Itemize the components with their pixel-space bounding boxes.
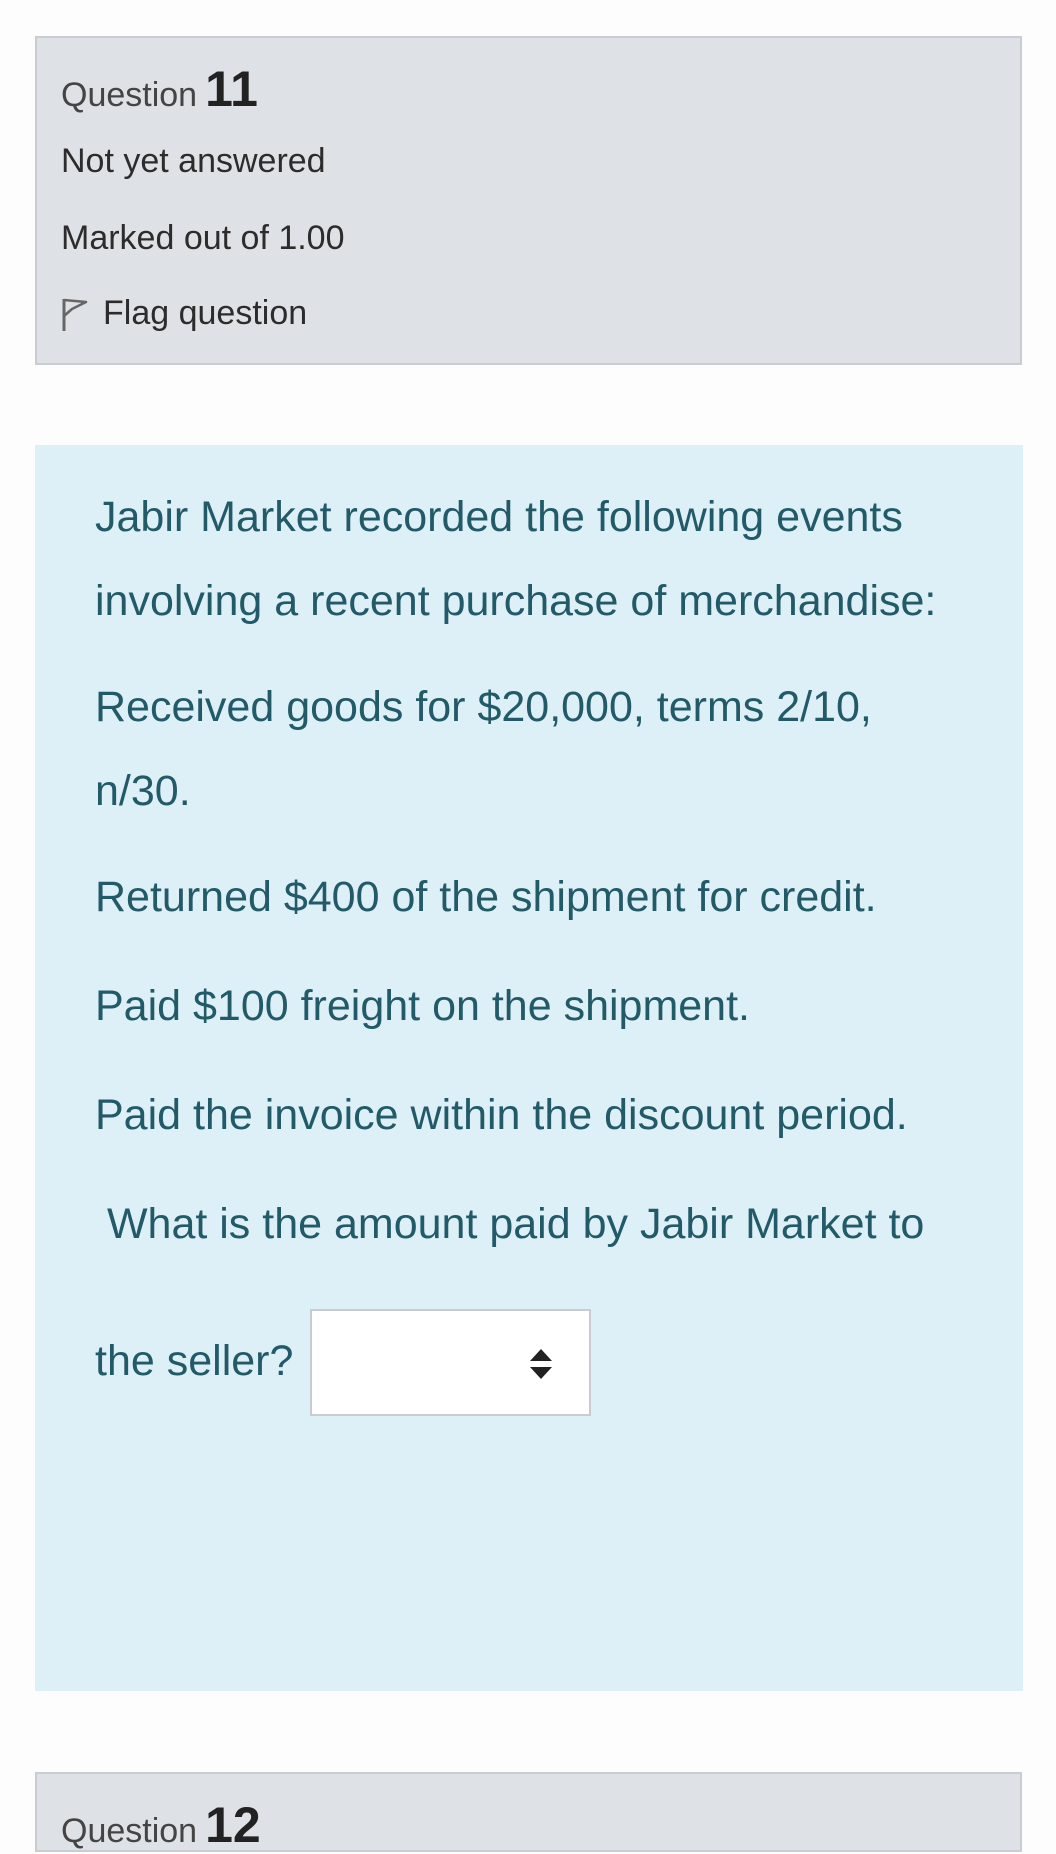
next-question-number: 12 [205, 1797, 261, 1853]
question-number: 11 [205, 61, 258, 117]
flag-question-link[interactable]: Flag question [59, 294, 307, 333]
next-question-heading: Question 12 [61, 1796, 261, 1854]
up-down-arrows-icon [529, 1347, 553, 1386]
answer-select[interactable] [310, 1309, 591, 1416]
question-text-line: the seller? [95, 1337, 294, 1385]
question-text-line: n/30. [95, 767, 191, 815]
flag-icon [59, 296, 89, 332]
flag-question-label: Flag question [103, 294, 308, 332]
question-text-line: Jabir Market recorded the following even… [95, 493, 903, 541]
question-grade: Marked out of 1.00 [61, 219, 345, 257]
question-heading: Question 11 [61, 60, 258, 118]
question-state: Not yet answered [61, 142, 326, 180]
question-text-line: Received goods for $20,000, terms 2/10, [95, 683, 872, 731]
question-text-line: What is the amount paid by Jabir Market … [95, 1200, 925, 1248]
next-question-label: Question [61, 1812, 198, 1850]
question-content: Jabir Market recorded the following even… [35, 445, 1023, 1691]
question-text-line: Paid $100 freight on the shipment. [95, 982, 750, 1030]
next-question-info-panel: Question 12 [35, 1772, 1022, 1854]
question-text-line: involving a recent purchase of merchandi… [95, 577, 937, 625]
question-text-line: Returned $400 of the shipment for credit… [95, 873, 877, 921]
question-info-panel: Question 11 Not yet answered Marked out o… [35, 36, 1022, 365]
question-text-line: Paid the invoice within the discount per… [95, 1091, 908, 1139]
question-label: Question [61, 76, 198, 114]
